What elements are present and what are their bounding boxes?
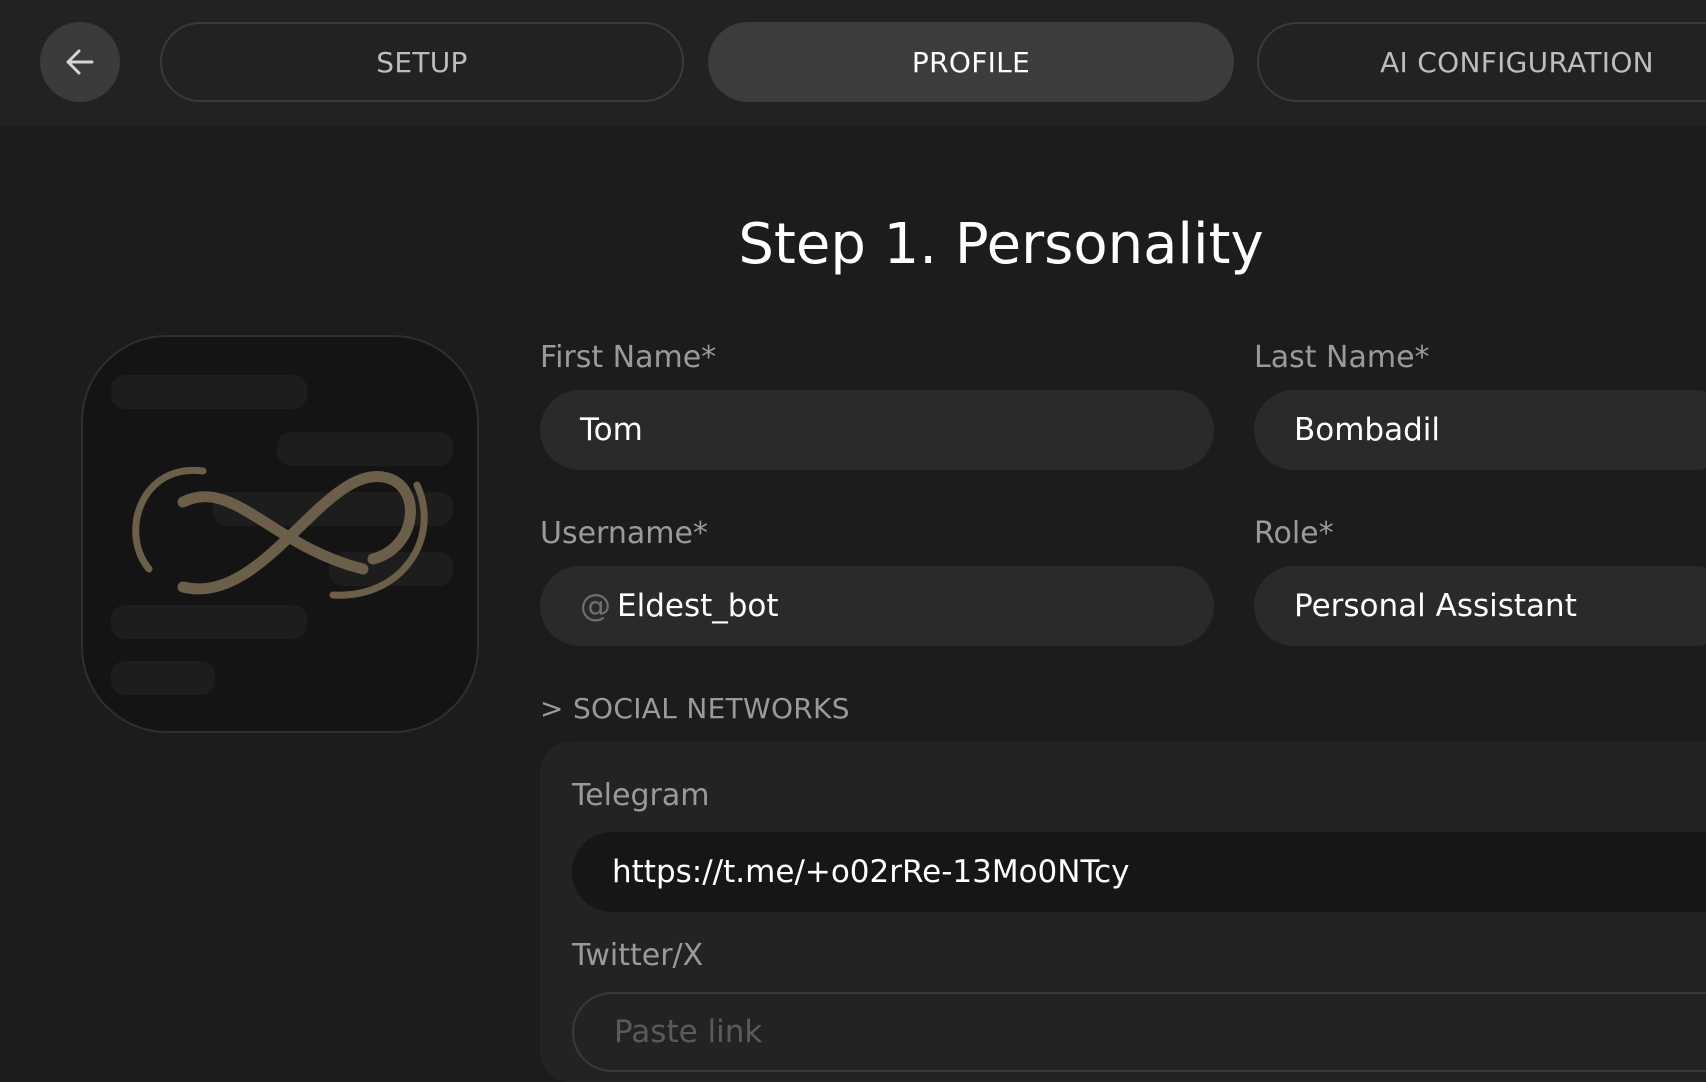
- twitter-placeholder: Paste link: [614, 1014, 763, 1050]
- tab-ai-configuration[interactable]: AI CONFIGURATION: [1257, 22, 1706, 102]
- first-name-label: First Name*: [540, 340, 717, 375]
- social-networks-panel: Telegram https://t.me/+o02rRe-13Mo0NTcy …: [540, 742, 1706, 1082]
- arrow-left-icon: [66, 49, 94, 75]
- first-name-value: Tom: [580, 412, 643, 448]
- username-value: Eldest_bot: [617, 588, 779, 624]
- back-button[interactable]: [40, 22, 120, 102]
- top-nav-bar: SETUP PROFILE AI CONFIGURATION: [0, 0, 1706, 126]
- infinity-logo-icon: [132, 466, 428, 599]
- username-label: Username*: [540, 516, 708, 551]
- avatar[interactable]: [81, 335, 479, 733]
- username-field[interactable]: @ Eldest_bot: [540, 566, 1214, 646]
- last-name-value: Bombadil: [1294, 412, 1441, 448]
- twitter-field[interactable]: Paste link: [572, 992, 1706, 1072]
- role-value: Personal Assistant: [1294, 588, 1577, 624]
- last-name-label: Last Name*: [1254, 340, 1430, 375]
- at-sign-prefix: @: [580, 588, 611, 624]
- last-name-field[interactable]: Bombadil: [1254, 390, 1706, 470]
- role-label: Role*: [1254, 516, 1334, 551]
- telegram-field[interactable]: https://t.me/+o02rRe-13Mo0NTcy: [572, 832, 1706, 912]
- telegram-value: https://t.me/+o02rRe-13Mo0NTcy: [612, 854, 1130, 890]
- role-field[interactable]: Personal Assistant: [1254, 566, 1706, 646]
- tab-setup[interactable]: SETUP: [160, 22, 684, 102]
- first-name-field[interactable]: Tom: [540, 390, 1214, 470]
- twitter-label: Twitter/X: [572, 938, 704, 973]
- tab-profile[interactable]: PROFILE: [708, 22, 1234, 102]
- page-title: Step 1. Personality: [738, 212, 1264, 277]
- social-networks-toggle[interactable]: > SOCIAL NETWORKS: [540, 692, 850, 725]
- telegram-label: Telegram: [572, 778, 710, 813]
